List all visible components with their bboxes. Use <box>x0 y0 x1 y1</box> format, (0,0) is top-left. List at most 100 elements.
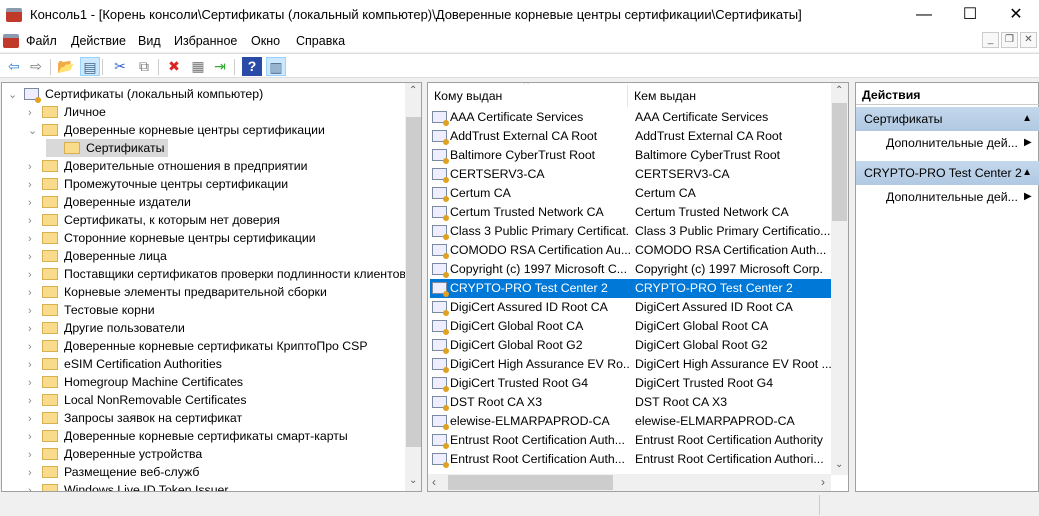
certificate-row[interactable]: Copyright (c) 1997 Microsoft C... Copyrig… <box>430 260 833 279</box>
tree-item[interactable]: › Корневые элементы предварительной сборк… <box>28 283 327 301</box>
chevron-right-icon[interactable]: › <box>28 356 42 374</box>
certificate-row[interactable]: Entrust Root Certification Auth... Entrus… <box>430 450 833 469</box>
menu-help[interactable]: Справка <box>296 34 345 48</box>
chevron-right-icon[interactable]: › <box>28 320 42 338</box>
certificate-row[interactable]: DigiCert Assured ID Root CA DigiCert Assu… <box>430 298 833 317</box>
chevron-right-icon[interactable]: › <box>28 392 42 410</box>
list-horizontal-scrollbar[interactable]: ‹ › <box>428 474 831 491</box>
tree-item[interactable]: › Доверенные устройства <box>28 445 202 463</box>
menu-favorites[interactable]: Избранное <box>174 34 237 48</box>
tree-scroll-thumb[interactable] <box>406 117 421 447</box>
minimize-button[interactable]: — <box>901 0 947 30</box>
menu-file[interactable]: Файл <box>26 34 57 48</box>
actions-section-certificates[interactable]: Сертификаты ▲ <box>856 107 1039 131</box>
system-menu-icon[interactable] <box>3 34 19 48</box>
certificate-row[interactable]: DigiCert High Assurance EV Ro... DigiCert… <box>430 355 833 374</box>
certificate-row[interactable]: elewise-ELMARPAPROD-CA elewise-ELMARPAPRO… <box>430 412 833 431</box>
tree-item[interactable]: › Windows Live ID Token Issuer <box>28 481 228 491</box>
actions-section-selected-cert[interactable]: CRYPTO-PRO Test Center 2 ▲ <box>856 161 1039 185</box>
chevron-right-icon[interactable]: › <box>28 266 42 284</box>
tree-item[interactable]: › Запросы заявок на сертификат <box>28 409 242 427</box>
tree-item[interactable]: › Доверенные корневые сертификаты КриптоП… <box>28 337 368 355</box>
show-action-pane-icon[interactable]: ▥ <box>266 57 286 76</box>
chevron-right-icon[interactable]: › <box>28 302 42 320</box>
certificate-row[interactable]: Baltimore CyberTrust Root Baltimore Cyber… <box>430 146 833 165</box>
certificate-row[interactable]: Certum Trusted Network CA Certum Trusted … <box>430 203 833 222</box>
chevron-right-icon[interactable]: › <box>28 230 42 248</box>
column-header-issued-by[interactable]: Кем выдан <box>634 83 696 107</box>
tree-item[interactable]: › Поставщики сертификатов проверки подлин… <box>28 265 406 283</box>
chevron-right-icon[interactable]: › <box>28 374 42 392</box>
scroll-left-icon[interactable]: ‹ <box>432 475 436 489</box>
show-hide-tree-icon[interactable]: ▤ <box>80 57 100 76</box>
menu-action[interactable]: Действие <box>71 34 126 48</box>
more-actions-item[interactable]: Дополнительные дей... ▶ <box>886 131 1036 155</box>
certificate-row[interactable]: AddTrust External CA Root AddTrust Extern… <box>430 127 833 146</box>
list-vertical-scrollbar[interactable]: ⌃ ⌄ <box>831 83 848 475</box>
scroll-up-icon[interactable]: ⌃ <box>409 85 417 96</box>
tree-item[interactable]: › Размещение веб-служб <box>28 463 199 481</box>
scroll-down-icon[interactable]: ⌄ <box>835 459 843 470</box>
more-actions-item[interactable]: Дополнительные дей... ▶ <box>886 185 1036 209</box>
tree-item[interactable]: › Другие пользователи <box>28 319 185 337</box>
tree-root[interactable]: ⌄ Сертификаты (локальный компьютер) <box>8 85 263 103</box>
certificate-row[interactable]: COMODO RSA Certification Au... COMODO RSA… <box>430 241 833 260</box>
tree-item[interactable]: › Тестовые корни <box>28 301 155 319</box>
column-divider[interactable] <box>627 85 628 107</box>
tree-vertical-scrollbar[interactable]: ⌃ ⌄ <box>405 83 421 491</box>
chevron-right-icon[interactable]: › <box>28 410 42 428</box>
mdi-restore-button[interactable]: ❐ <box>1001 32 1018 48</box>
tree-item[interactable]: › Промежуточные центры сертификации <box>28 175 288 193</box>
export-icon[interactable]: ⇥ <box>210 57 230 76</box>
certificate-row[interactable]: Class 3 Public Primary Certificat... Clas… <box>430 222 833 241</box>
properties-icon[interactable]: ▦ <box>188 57 208 76</box>
tree-item[interactable]: › Доверительные отношения в предприятии <box>28 157 308 175</box>
certificate-row[interactable]: DigiCert Trusted Root G4 DigiCert Trusted… <box>430 374 833 393</box>
mdi-minimize-button[interactable]: _ <box>982 32 999 48</box>
delete-icon[interactable]: ✖ <box>164 57 184 76</box>
forward-icon[interactable]: ⇨ <box>26 57 46 76</box>
certificate-row[interactable]: Entrust Root Certification Auth... Entrus… <box>430 431 833 450</box>
close-button[interactable]: ✕ <box>993 0 1039 30</box>
chevron-right-icon[interactable]: › <box>28 194 42 212</box>
copy-icon[interactable]: ⧉ <box>134 57 154 76</box>
tree-item[interactable]: › Homegroup Machine Certificates <box>28 373 243 391</box>
chevron-right-icon[interactable]: › <box>28 428 42 446</box>
chevron-right-icon[interactable]: › <box>28 464 42 482</box>
chevron-down-icon[interactable]: ⌄ <box>28 122 42 140</box>
chevron-right-icon[interactable]: › <box>28 158 42 176</box>
menu-view[interactable]: Вид <box>138 34 161 48</box>
certificate-row[interactable]: AAA Certificate Services AAA Certificate … <box>430 108 833 127</box>
list-scroll-thumb[interactable] <box>832 103 847 221</box>
tree-item[interactable]: › Личное <box>28 103 106 121</box>
certificate-row[interactable]: DigiCert Global Root G2 DigiCert Global R… <box>430 336 833 355</box>
mdi-close-button[interactable]: ✕ <box>1020 32 1037 48</box>
up-folder-icon[interactable]: 📂 <box>56 57 76 76</box>
chevron-right-icon[interactable]: › <box>28 482 42 491</box>
scroll-right-icon[interactable]: › <box>821 475 825 489</box>
tree-item[interactable]: Сертификаты <box>46 139 169 157</box>
maximize-button[interactable]: ☐ <box>947 0 993 30</box>
chevron-right-icon[interactable]: › <box>28 338 42 356</box>
tree-item[interactable]: › Доверенные издатели <box>28 193 191 211</box>
certificate-row[interactable]: DigiCert Global Root CA DigiCert Global R… <box>430 317 833 336</box>
tree-item[interactable]: › eSIM Certification Authorities <box>28 355 222 373</box>
certificate-row[interactable]: CERTSERV3-CA CERTSERV3-CA <box>430 165 833 184</box>
back-icon[interactable]: ⇦ <box>4 57 24 76</box>
certificate-row[interactable]: DST Root CA X3 DST Root CA X3 <box>430 393 833 412</box>
collapse-icon[interactable]: ▲ <box>1022 107 1032 131</box>
tree-item[interactable]: › Сертификаты, к которым нет доверия <box>28 211 280 229</box>
scroll-down-icon[interactable]: ⌄ <box>409 475 417 486</box>
tree-item[interactable]: › Доверенные лица <box>28 247 167 265</box>
tree-item[interactable]: › Доверенные корневые сертификаты смарт-к… <box>28 427 348 445</box>
chevron-down-icon[interactable]: ⌄ <box>8 86 22 104</box>
certificate-row[interactable]: CRYPTO-PRO Test Center 2 CRYPTO-PRO Test … <box>430 279 833 298</box>
chevron-right-icon[interactable]: › <box>28 176 42 194</box>
chevron-right-icon[interactable]: › <box>28 248 42 266</box>
column-header-issued-to[interactable]: Кому выдан <box>434 83 502 107</box>
chevron-right-icon[interactable]: › <box>28 104 42 122</box>
chevron-right-icon[interactable]: › <box>28 446 42 464</box>
tree-item[interactable]: › Сторонние корневые центры сертификации <box>28 229 316 247</box>
collapse-icon[interactable]: ▲ <box>1022 161 1032 185</box>
list-hscroll-thumb[interactable] <box>448 475 613 490</box>
